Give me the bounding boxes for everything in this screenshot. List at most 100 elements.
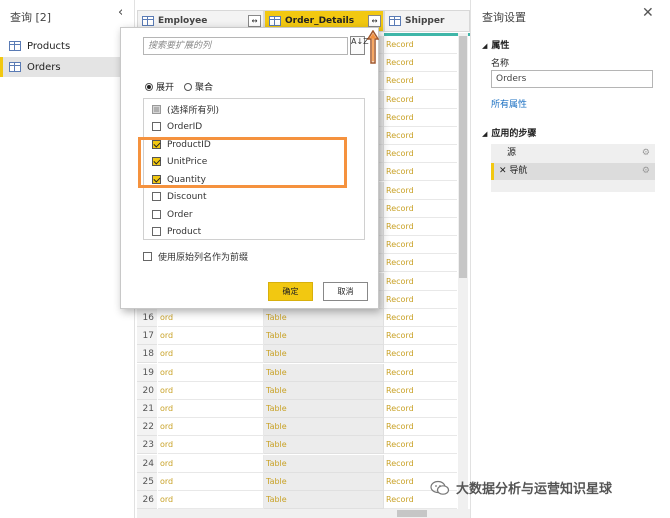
order-details-cell[interactable]: Table xyxy=(264,491,384,509)
employee-cell[interactable]: ord xyxy=(158,418,264,437)
table-row[interactable]: 17 ord Table Record xyxy=(137,327,457,346)
employee-cell[interactable]: ord xyxy=(158,327,264,346)
shipper-cell[interactable]: Record xyxy=(384,182,457,200)
order-details-cell[interactable]: Table xyxy=(264,418,384,437)
shipper-cell[interactable]: Record xyxy=(384,236,457,255)
order-details-cell[interactable]: Table xyxy=(264,309,384,327)
employee-cell[interactable]: ord xyxy=(158,381,264,400)
table-row[interactable]: 24 ord Table Record xyxy=(137,454,457,473)
radio-label: 聚合 xyxy=(195,83,214,93)
applied-steps-heading[interactable]: ◢ 应用的步骤 xyxy=(482,126,536,139)
checkbox-order[interactable]: Order xyxy=(152,206,193,223)
shipper-cell[interactable]: Record xyxy=(384,364,457,382)
employee-cell[interactable]: ord xyxy=(158,345,264,364)
table-row[interactable]: 20 ord Table Record xyxy=(137,381,457,400)
expand-column-icon[interactable]: ↔ xyxy=(368,15,381,27)
shipper-cell[interactable]: Record xyxy=(384,254,457,273)
horizontal-scrollbar[interactable] xyxy=(137,509,470,518)
table-icon xyxy=(389,16,401,26)
shipper-cell[interactable]: Record xyxy=(384,436,457,455)
checkbox-product[interactable]: Product xyxy=(152,223,201,240)
properties-section-heading[interactable]: ◢ 属性 xyxy=(482,38,509,51)
table-row[interactable]: 18 ord Table Record xyxy=(137,345,457,364)
employee-cell[interactable]: ord xyxy=(158,363,264,382)
collapse-pane-icon[interactable]: ‹ xyxy=(118,5,123,20)
shipper-cell[interactable]: Record xyxy=(384,109,457,127)
shipper-cell[interactable]: Record xyxy=(384,400,457,418)
employee-cell[interactable]: ord xyxy=(158,309,264,327)
ok-button[interactable]: 确定 xyxy=(268,282,313,301)
shipper-cell[interactable]: Record xyxy=(384,91,457,109)
gear-icon[interactable]: ⚙ xyxy=(642,145,650,162)
table-row[interactable]: 16 ord Table Record xyxy=(137,309,457,327)
shipper-cell[interactable]: Record xyxy=(384,309,457,327)
employee-cell[interactable]: ord xyxy=(158,436,264,455)
queries-title: 查询 [2] xyxy=(10,11,52,24)
shipper-cell[interactable]: Record xyxy=(384,291,457,309)
shipper-cell[interactable]: Record xyxy=(384,200,457,218)
chat-bubble-icon xyxy=(430,480,450,495)
row-number: 24 xyxy=(137,454,157,473)
row-number: 21 xyxy=(137,400,157,418)
radio-dot-icon xyxy=(184,82,193,91)
order-details-cell[interactable]: Table xyxy=(264,327,384,346)
employee-cell[interactable]: ord xyxy=(158,472,264,491)
shipper-cell[interactable]: Record xyxy=(384,54,457,73)
employee-cell[interactable]: ord xyxy=(158,400,264,418)
order-details-cell[interactable]: Table xyxy=(264,454,384,473)
shipper-cell[interactable]: Record xyxy=(384,163,457,182)
shipper-cell[interactable]: Record xyxy=(384,273,457,291)
query-item-orders[interactable]: Orders xyxy=(0,57,121,77)
radio-aggregate[interactable]: 聚合 xyxy=(184,80,213,93)
table-row[interactable]: 26 ord Table Record xyxy=(137,491,457,509)
sort-az-icon[interactable]: A↓Z xyxy=(350,36,369,55)
shipper-cell[interactable]: Record xyxy=(384,36,457,54)
order-details-cell[interactable]: Table xyxy=(264,345,384,364)
shipper-cell[interactable]: Record xyxy=(384,127,457,145)
cancel-button[interactable]: 取消 xyxy=(323,282,368,301)
shipper-cell[interactable]: Record xyxy=(384,218,457,236)
checkbox-orderid[interactable]: OrderID xyxy=(152,118,202,135)
all-properties-link[interactable]: 所有属性 xyxy=(491,97,527,110)
shipper-cell[interactable]: Record xyxy=(384,455,457,473)
order-details-cell[interactable]: Table xyxy=(264,472,384,491)
table-row[interactable]: 25 ord Table Record xyxy=(137,472,457,491)
table-row[interactable]: 23 ord Table Record xyxy=(137,436,457,455)
shipper-cell[interactable]: Record xyxy=(384,72,457,91)
gear-icon[interactable]: ⚙ xyxy=(642,163,650,180)
expand-column-icon[interactable]: ↔ xyxy=(248,15,261,27)
query-item-products[interactable]: Products xyxy=(0,36,121,56)
column-header-label: Order_Details xyxy=(285,16,355,26)
scrollbar-thumb[interactable] xyxy=(459,36,467,278)
shipper-cell[interactable]: Record xyxy=(384,345,457,364)
vertical-scrollbar[interactable] xyxy=(458,33,468,518)
shipper-cell[interactable]: Record xyxy=(384,382,457,400)
employee-cell[interactable]: ord xyxy=(158,454,264,473)
order-details-cell[interactable]: Table xyxy=(264,363,384,382)
delete-step-icon[interactable]: ✕ xyxy=(499,166,509,176)
order-details-cell[interactable]: Table xyxy=(264,436,384,455)
column-header-shipper[interactable]: Shipper xyxy=(384,10,470,32)
radio-expand[interactable]: 展开 xyxy=(145,80,174,93)
table-row[interactable]: 21 ord Table Record xyxy=(137,400,457,418)
table-row[interactable]: 22 ord Table Record xyxy=(137,418,457,437)
step-source[interactable]: 源 ⚙ xyxy=(491,145,655,162)
query-name-input[interactable]: Orders xyxy=(491,70,653,88)
checkbox-discount[interactable]: Discount xyxy=(152,188,207,205)
order-details-cell[interactable]: Table xyxy=(264,381,384,400)
shipper-cell[interactable]: Record xyxy=(384,418,457,437)
close-icon[interactable]: ✕ xyxy=(642,5,654,21)
table-row[interactable]: 19 ord Table Record xyxy=(137,363,457,382)
checkbox-select-all[interactable]: (选择所有列) xyxy=(152,101,219,118)
row-number: 18 xyxy=(137,345,157,364)
shipper-cell[interactable]: Record xyxy=(384,145,457,164)
scrollbar-thumb[interactable] xyxy=(397,510,427,517)
checkbox-unchecked-icon xyxy=(143,252,152,261)
prefix-checkbox[interactable]: 使用原始列名作为前缀 xyxy=(143,250,248,263)
step-navigation[interactable]: ✕ 导航 ⚙ xyxy=(491,163,655,180)
order-details-cell[interactable]: Table xyxy=(264,400,384,418)
checkbox-unchecked-icon xyxy=(152,122,161,131)
column-search-input[interactable]: 搜索要扩展的列 xyxy=(143,37,348,55)
shipper-cell[interactable]: Record xyxy=(384,327,457,346)
employee-cell[interactable]: ord xyxy=(158,491,264,509)
